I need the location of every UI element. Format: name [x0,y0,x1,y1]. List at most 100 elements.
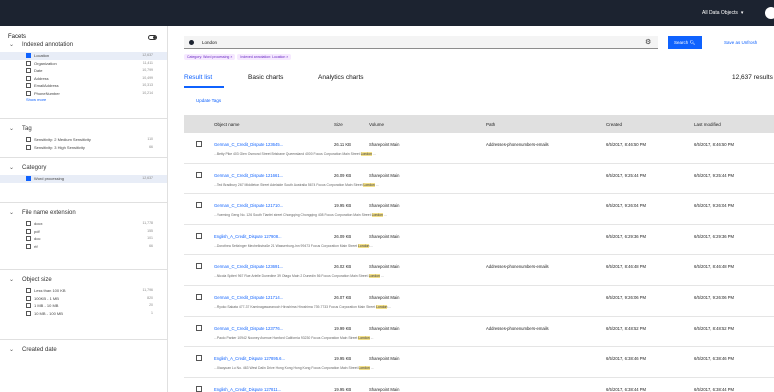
facet-option[interactable]: Address 10,499 [0,75,167,83]
facet-header[interactable]: ⌄ File name extension [0,208,167,220]
match-snippet: ...Ryoko Sakata 477-37 Kaminagawaranoch … [214,304,392,309]
facet-option[interactable]: Word processing 12,637 [0,175,167,183]
scope-selector[interactable]: All Data Objects ▾ [702,10,743,16]
facet-option[interactable]: doc 101 [0,235,167,243]
facet-group: ⌄ Object size Less than 100 KB 11,796 100KB … [0,275,167,317]
facet-option[interactable]: Sensitivity: 2 Medium Sensitivity 110 [0,136,167,144]
table-row[interactable]: German_C_Credit_Dispute 121710... 19.95 K… [184,194,774,225]
tab-result-list[interactable]: Result list [184,74,212,81]
tab-basic-charts[interactable]: Basic charts [248,74,283,81]
save-as-link[interactable]: Save as Unfrosh [724,40,757,45]
column-header[interactable]: Created [606,122,622,127]
facet-divider [0,339,167,340]
row-checkbox[interactable] [196,355,202,362]
checkbox[interactable] [26,288,31,293]
filter-tag[interactable]: Category: Word processing × [184,54,236,60]
object-name-link[interactable]: English_A_Credit_Dispute 127895.6... [214,356,285,361]
checkbox[interactable] [26,243,31,249]
avatar[interactable] [765,7,774,19]
match-snippet: ...Ted Bradbury 267 Middleton Street Ade… [214,182,379,187]
row-checkbox[interactable] [196,232,202,239]
row-checkbox[interactable] [196,385,202,392]
column-header[interactable]: Volume [369,122,384,127]
facet-header[interactable]: ⌄ Created date [0,345,167,357]
path-cell: Addresses-phonenumbers-emails [486,264,549,270]
row-checkbox[interactable] [196,202,202,209]
chevron-down-icon: ▾ [740,10,744,16]
checkbox[interactable] [26,228,31,234]
object-name-link[interactable]: German_C_Credit_Dispute 121710... [214,203,283,208]
table-row[interactable]: German_C_Credit_Dispute 123645... 26.11 K… [184,133,774,164]
facet-option[interactable]: 1 MB - 10 MB 20 [0,302,167,310]
row-checkbox[interactable] [196,171,202,178]
checkbox[interactable] [26,295,31,301]
checkbox[interactable] [26,137,31,142]
table-row[interactable]: English_A_Credit_Dispute 127811... 19.95 … [184,377,774,392]
object-name-link[interactable]: German_C_Credit_Dispute 121661... [214,173,283,178]
facet-option[interactable]: Organization 11,411 [0,60,167,68]
facet-option[interactable]: 10 MB - 100 MB 1 [0,310,167,318]
column-header[interactable]: Object name [214,122,240,127]
row-checkbox[interactable] [196,293,202,300]
facet-header[interactable]: ⌄ Tag [0,124,167,136]
facet-header[interactable]: ⌄ Object size [0,275,167,287]
facet-option[interactable]: Sensitivity: 3 High Sensitivity 66 [0,144,167,152]
facet-header[interactable]: ⌄ Category [0,163,167,175]
checkbox[interactable] [26,176,31,181]
row-checkbox[interactable] [196,324,202,331]
active-filter-tags: Category: Word processing × Indexed annot… [184,54,293,61]
table-row[interactable]: German_C_Credit_Dispute 121661... 26.09 K… [184,163,774,195]
top-bar: All Data Objects ▾ [0,0,774,26]
facet-option[interactable]: Date 10,799 [0,67,167,75]
facet-group: ⌄ Created date [0,345,167,357]
table-row[interactable]: English_A_Credit_Dispute 127908... 26.09 … [184,224,774,256]
facet-divider [0,269,167,270]
object-name-link[interactable]: German_C_Credit_Dispute 123645... [214,142,283,147]
object-name-link[interactable]: German_C_Credit_Dispute 123691... [214,264,283,269]
facet-option[interactable]: Less than 100 KB 11,796 [0,287,167,295]
facet-option[interactable]: Location 12,637 [0,52,167,60]
checkbox[interactable] [26,53,31,58]
object-name-link[interactable]: English_A_Credit_Dispute 127811... [214,387,281,392]
modified-cell: 6/5/2017, 8:46:48 PM [694,264,735,270]
checkbox[interactable] [26,60,31,66]
checkbox[interactable] [26,68,31,73]
facet-option[interactable]: pdf 155 [0,228,167,236]
table-row[interactable]: German_C_Credit_Dispute 123776... 19.99 K… [184,316,774,348]
facet-divider [0,118,167,119]
row-checkbox[interactable] [196,141,202,147]
search-input[interactable]: London ⚙ [184,36,658,49]
checkbox[interactable] [26,90,31,96]
settings-gear-icon[interactable]: ⚙ [645,38,651,46]
show-more-link[interactable]: Show more [26,97,193,102]
checkbox[interactable] [26,83,31,88]
object-name-link[interactable]: German_C_Credit_Dispute 123776... [214,326,283,331]
column-header[interactable]: Last modified [694,122,721,127]
update-tags-link[interactable]: Update Tags [196,98,221,103]
checkbox[interactable] [26,144,31,150]
object-name-link[interactable]: German_C_Credit_Dispute 121714... [214,295,283,300]
facet-option[interactable]: EmailAddress 10,313 [0,82,167,90]
checkbox[interactable] [26,75,31,81]
checkbox[interactable] [26,303,31,308]
table-row[interactable]: German_C_Credit_Dispute 121714... 26.07 K… [184,285,774,317]
checkbox[interactable] [26,236,31,241]
search-button[interactable]: Search 🔍︎ [668,36,702,49]
chevron-down-icon: ⌄ [9,277,15,283]
checkbox[interactable] [26,221,31,226]
table-row[interactable]: German_C_Credit_Dispute 123691... 26.02 K… [184,255,774,286]
tab-analytics-charts[interactable]: Analytics charts [318,74,364,81]
row-checkbox[interactable] [196,263,202,270]
facet-option[interactable]: docx 11,778 [0,220,167,228]
facet-option[interactable]: rtf 66 [0,243,167,251]
filter-tag[interactable]: Indexed annotation: Location × [237,54,292,60]
table-row[interactable]: English_A_Credit_Dispute 127895.6... 19.9… [184,347,774,378]
object-name-link[interactable]: English_A_Credit_Dispute 127908... [214,234,282,239]
chevron-down-icon: ⌄ [9,347,15,353]
checkbox[interactable] [26,310,31,316]
facet-option[interactable]: 100KB - 1 MB 820 [0,295,167,303]
column-header[interactable]: Size [334,122,343,127]
column-header[interactable]: Path [486,122,495,127]
facet-header[interactable]: ⌄ Indexed annotation [0,40,167,52]
facet-option[interactable]: PhoneNumber 10,214 [0,90,167,98]
